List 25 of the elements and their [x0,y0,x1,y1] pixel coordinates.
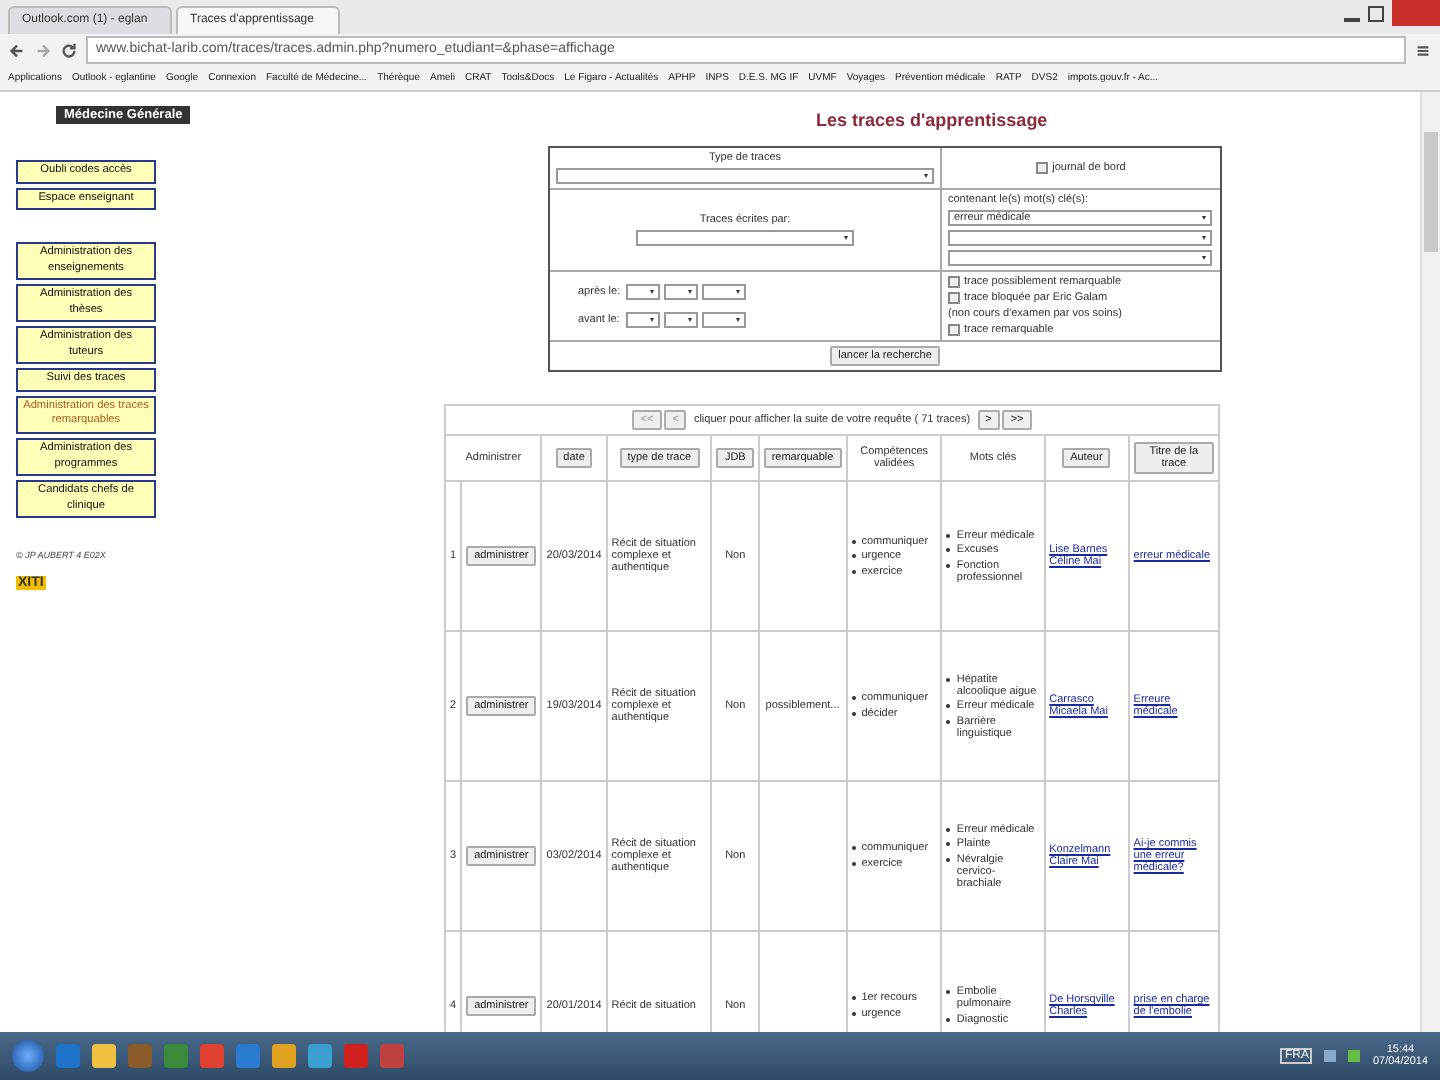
flag-checkbox[interactable] [948,324,960,336]
forward-icon[interactable] [34,41,52,59]
taskbar-app-icon[interactable] [272,1044,296,1068]
menu-icon[interactable] [1414,41,1432,59]
taskbar-app-icon[interactable] [92,1044,116,1068]
day-select[interactable] [626,312,660,328]
month-select[interactable] [664,284,698,300]
back-icon[interactable] [8,41,26,59]
taskbar-app-icon[interactable] [308,1044,332,1068]
flag-checkbox[interactable] [948,276,960,288]
year-select[interactable] [702,312,746,328]
keyword-select[interactable] [948,230,1212,246]
year-select[interactable] [702,284,746,300]
type-select[interactable] [556,168,934,184]
journal-checkbox[interactable] [1036,162,1049,174]
scrollbar[interactable] [1420,92,1440,1032]
author-select[interactable] [636,230,854,246]
flag-checkbox[interactable] [948,292,960,304]
start-button[interactable] [12,1040,44,1072]
maximize-icon[interactable] [1368,6,1384,22]
day-select[interactable] [626,284,660,300]
month-select[interactable] [664,312,698,328]
reload-icon[interactable] [60,41,78,59]
page-title: Les traces d'apprentissage [816,110,1050,130]
keyword-select[interactable] [948,250,1212,266]
